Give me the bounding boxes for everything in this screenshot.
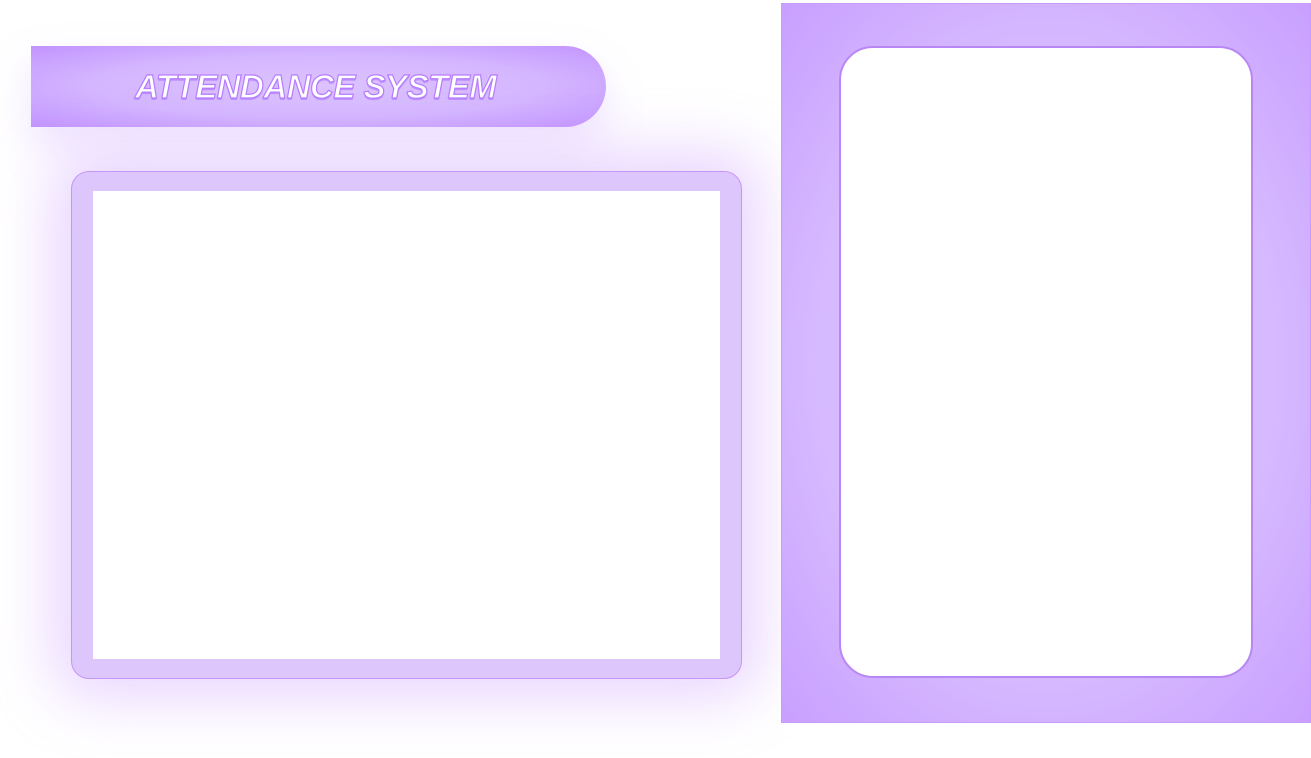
attendance-info-panel (781, 3, 1311, 723)
title-banner: ATTENDANCE SYSTEM (31, 46, 606, 127)
camera-feed-panel (71, 171, 742, 679)
app-title: ATTENDANCE SYSTEM (134, 67, 497, 105)
camera-feed-display (93, 191, 720, 659)
attendance-info-card (839, 46, 1253, 678)
